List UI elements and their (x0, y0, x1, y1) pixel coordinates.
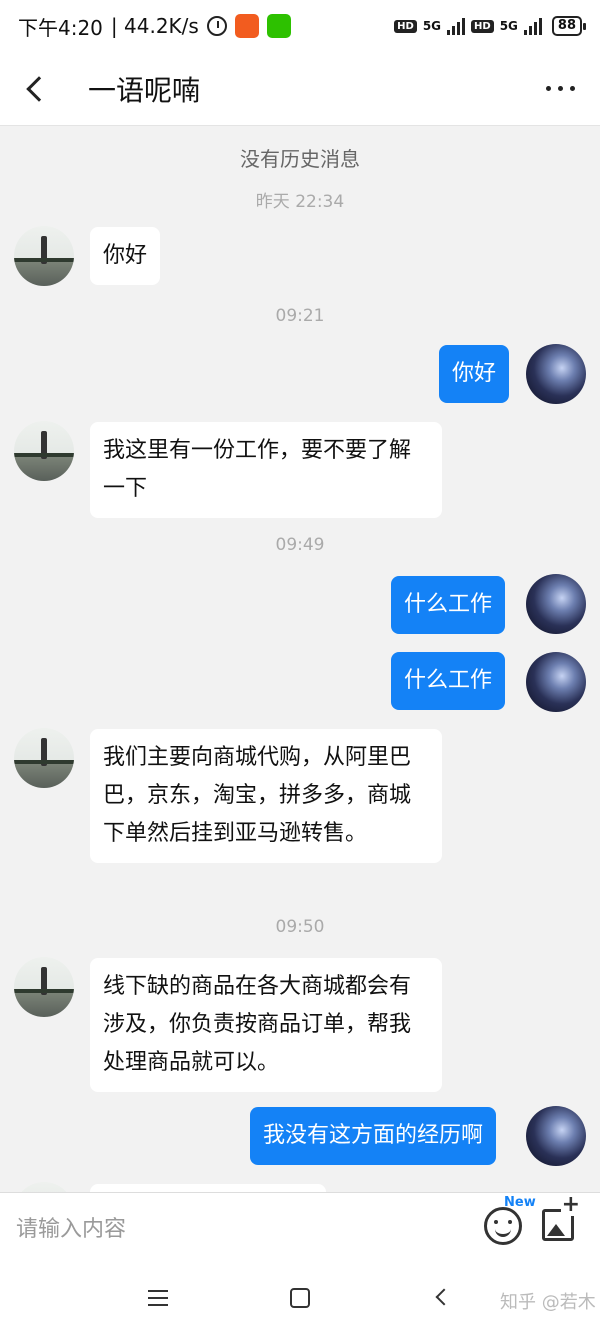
status-right: HD 5G HD 5G 88 (394, 16, 587, 36)
message-bubble-left[interactable]: 我这里有一份工作，要不要了解一下 (90, 422, 442, 518)
message-bubble-right[interactable]: 什么工作 (391, 652, 506, 710)
battery-icon: 88 (551, 16, 587, 36)
status-left: 下午4:20 | 44.2K/s (18, 12, 291, 41)
message-bubble-left[interactable]: 你好 (90, 227, 161, 285)
network-type: 5G (499, 19, 518, 33)
status-time: 下午4:20 (18, 15, 103, 40)
contact-avatar[interactable] (14, 728, 74, 788)
status-bar: 下午4:20 | 44.2K/s HD 5G HD 5G 88 (0, 0, 600, 52)
my-avatar[interactable] (526, 652, 586, 712)
chat-area[interactable]: 没有历史消息 昨天 22:34 你好 09:21 你好 我这里有一份工作，要不要… (0, 126, 600, 1192)
more-dot (557, 86, 563, 91)
contact-avatar[interactable] (14, 1182, 74, 1192)
new-badge: New (504, 1195, 536, 1210)
page-title: 一语呢喃 (88, 73, 201, 107)
menu-icon[interactable] (148, 1290, 168, 1306)
alarm-icon (206, 16, 227, 36)
message-bubble-left[interactable]: 线下缺的商品在各大商城都会有涉及，你负责按商品订单，帮我处理商品就可以。 (90, 958, 442, 1092)
network-type: 5G (422, 19, 442, 33)
hd-badge: HD (394, 19, 417, 33)
more-dots-icon (545, 86, 551, 91)
signal-icon (523, 17, 542, 35)
signal-icon (447, 17, 466, 35)
my-avatar[interactable] (526, 1106, 586, 1166)
system-nav-bar: 知乎 @若木 (0, 1266, 600, 1334)
message-bubble-left[interactable]: 我们主要向商城代购，从阿里巴巴，京东，淘宝，拼多多，商城下单然后挂到亚马逊转售。 (90, 729, 442, 863)
timestamp: 09:49 (275, 535, 325, 555)
contact-avatar[interactable] (14, 957, 74, 1017)
message-input[interactable] (16, 1217, 456, 1242)
watermark: 知乎 @若木 (500, 1292, 596, 1313)
no-history-label: 没有历史消息 (240, 147, 360, 171)
contact-avatar[interactable] (14, 226, 74, 286)
timestamp: 09:50 (275, 917, 325, 937)
header: 一语呢喃 (0, 52, 600, 126)
chevron-left-icon (26, 75, 52, 102)
net-speed: | 44.2K/s (110, 14, 199, 38)
message-bubble-right[interactable]: 我没有这方面的经历啊 (250, 1107, 497, 1165)
message-bubble-left[interactable] (90, 1184, 326, 1192)
image-add-icon[interactable] (542, 1194, 581, 1241)
home-square-icon[interactable] (290, 1288, 310, 1308)
contact-avatar[interactable] (14, 421, 74, 481)
timestamp: 昨天 22:34 (255, 192, 345, 212)
my-avatar[interactable] (526, 344, 586, 404)
message-bubble-right[interactable]: 什么工作 (391, 576, 506, 634)
wechat-icon (266, 14, 291, 38)
back-button[interactable] (0, 52, 70, 126)
my-avatar[interactable] (526, 574, 586, 634)
message-bubble-right[interactable]: 你好 (439, 345, 510, 403)
input-bar: New (0, 1192, 600, 1266)
more-button[interactable] (520, 52, 600, 126)
emoji-icon[interactable] (484, 1207, 522, 1245)
app-notification-icon (234, 14, 259, 38)
back-triangle-icon[interactable] (435, 1288, 453, 1306)
more-dot (569, 86, 575, 91)
hd-badge: HD (471, 19, 494, 33)
timestamp: 09:21 (275, 306, 325, 326)
